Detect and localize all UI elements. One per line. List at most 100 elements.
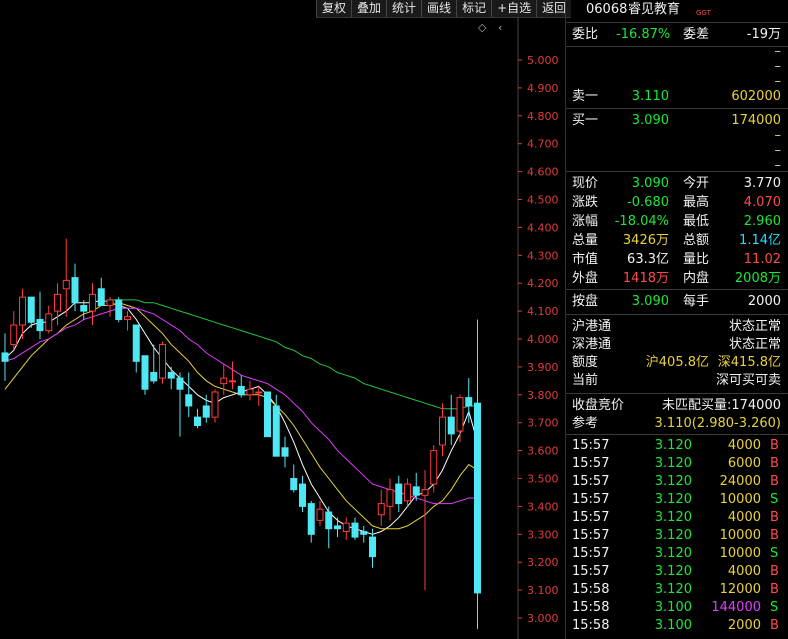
candle	[430, 445, 438, 493]
y-tick-label: 4.800	[527, 110, 559, 123]
sz-connect-status: 状态正常	[728, 337, 781, 352]
candle-body	[412, 486, 420, 496]
y-tick-label: 4.700	[527, 138, 559, 151]
quote-panel: 06068 睿见教育 GGT 委比 -16.87% 委差 -19万 – – – 卖…	[565, 0, 788, 639]
trade-time: 15:57	[572, 564, 610, 579]
candle-body	[176, 377, 184, 390]
candle-body	[202, 405, 210, 418]
candle	[369, 528, 376, 568]
trade-price: 3.100	[654, 600, 692, 615]
toolbar-button[interactable]: 标记	[456, 0, 491, 17]
kline-svg[interactable]: 5.000 4.900 4.800 4.700 4.600 4.500 4.400 4.300…	[0, 17, 565, 639]
candle-body	[10, 324, 18, 346]
quote-value: 1.14亿	[739, 233, 781, 248]
candle	[211, 389, 219, 423]
candle	[141, 355, 149, 395]
toolbar-button[interactable]: 叠加	[351, 0, 386, 17]
lot-size-value: 2000	[747, 294, 781, 309]
quote-row: 总量 3426万 总额 1.14亿	[566, 232, 788, 250]
y-tick-label: 3.300	[527, 528, 559, 541]
toolbar-button[interactable]: 复权	[316, 0, 351, 17]
weibi-value: -16.87%	[616, 27, 671, 42]
quote-row: 涨跌 -0.680 最高 4.070	[566, 194, 788, 212]
candle-body	[220, 377, 228, 385]
trade-row: 15:57 3.120 4000 B	[566, 563, 788, 581]
trade-row: 15:57 3.120 6000 B	[566, 455, 788, 473]
candle-body	[115, 299, 123, 320]
trade-time: 15:57	[572, 474, 610, 489]
y-tick-label: 3.500	[527, 473, 559, 486]
quote-value: -0.680	[627, 195, 669, 210]
level-label: 卖一	[572, 89, 599, 104]
y-tick-label: 4.400	[527, 221, 559, 234]
quote-value: 1418万	[622, 271, 669, 286]
trade-volume: 4000	[727, 510, 761, 525]
candle	[307, 500, 315, 543]
candle	[159, 341, 166, 384]
y-tick-label: 4.600	[527, 166, 559, 179]
current-label: 当前	[572, 373, 599, 388]
trade-side: S	[770, 546, 779, 561]
trade-time: 15:57	[572, 510, 610, 525]
hk-connect-sh-row: 沪港通 状态正常	[566, 318, 788, 336]
candle	[342, 517, 350, 540]
trade-time: 15:57	[572, 492, 610, 507]
candle-body	[167, 371, 175, 379]
y-tick-label: 3.700	[527, 417, 559, 430]
buy-level[interactable]: –	[566, 157, 788, 175]
trade-volume: 10000	[719, 546, 761, 561]
reference-value: 3.110(2.980-3.260)	[654, 416, 781, 431]
y-tick-label: 3.600	[527, 445, 559, 458]
quote-value: 3.090	[631, 176, 669, 191]
candle	[395, 475, 403, 512]
lot-row: 按盘 3.090 每手 2000	[566, 293, 788, 311]
quote-label: 现价	[572, 176, 599, 191]
candle-body	[229, 380, 236, 383]
sell-level[interactable]: 卖一 3.110 602000	[566, 88, 788, 106]
candle-body	[246, 388, 254, 396]
candle	[176, 372, 184, 437]
candle	[281, 436, 289, 468]
chevron-left-icon[interactable]: ‹	[498, 21, 502, 34]
candle-body	[159, 344, 166, 379]
toolbar-button[interactable]: 画线	[421, 0, 456, 17]
y-tick-label: 3.100	[527, 584, 559, 597]
candle	[299, 475, 306, 512]
quote-label: 总额	[683, 233, 710, 248]
quote-label: 市值	[572, 252, 599, 267]
y-tick-label: 4.900	[527, 82, 559, 95]
candle	[386, 478, 394, 521]
candle	[185, 372, 193, 418]
y-tick-label: 4.000	[527, 333, 559, 346]
trade-price: 3.120	[654, 582, 692, 597]
trade-price: 3.120	[654, 474, 692, 489]
candle	[10, 311, 18, 351]
trade-row: 15:57 3.120 24000 B	[566, 473, 788, 491]
candle-body	[439, 416, 446, 446]
kline-chart[interactable]: 5.000 4.900 4.800 4.700 4.600 4.500 4.400 4.300…	[0, 17, 565, 639]
candle-body	[316, 508, 324, 521]
toolbar-button[interactable]: +自选	[491, 0, 536, 17]
quote-row: 外盘 1418万 内盘 2008万	[566, 270, 788, 288]
toolbar-button[interactable]: 统计	[386, 0, 421, 17]
candle	[62, 238, 70, 317]
y-tick-label: 4.100	[527, 305, 559, 318]
quote-value: -18.04%	[614, 214, 669, 229]
trade-price: 3.120	[654, 456, 692, 471]
sz-connect-label: 深港通	[572, 337, 612, 352]
candle-body	[456, 397, 464, 432]
candle-body	[255, 391, 263, 394]
anpan-label: 按盘	[572, 294, 599, 309]
current-value: 深可买可卖	[715, 373, 781, 388]
quote-label: 内盘	[683, 271, 710, 286]
candle-body	[474, 402, 481, 594]
candle	[167, 366, 175, 390]
candle-body	[351, 522, 359, 538]
y-tick-label: 3.000	[527, 612, 559, 625]
diamond-icon[interactable]: ◇	[478, 21, 486, 34]
candle	[237, 375, 245, 398]
y-tick-label: 3.200	[527, 556, 559, 569]
candle	[351, 517, 359, 540]
candle-body	[106, 299, 114, 307]
auction-row: 收盘竞价 未匹配买量:174000	[566, 397, 788, 415]
